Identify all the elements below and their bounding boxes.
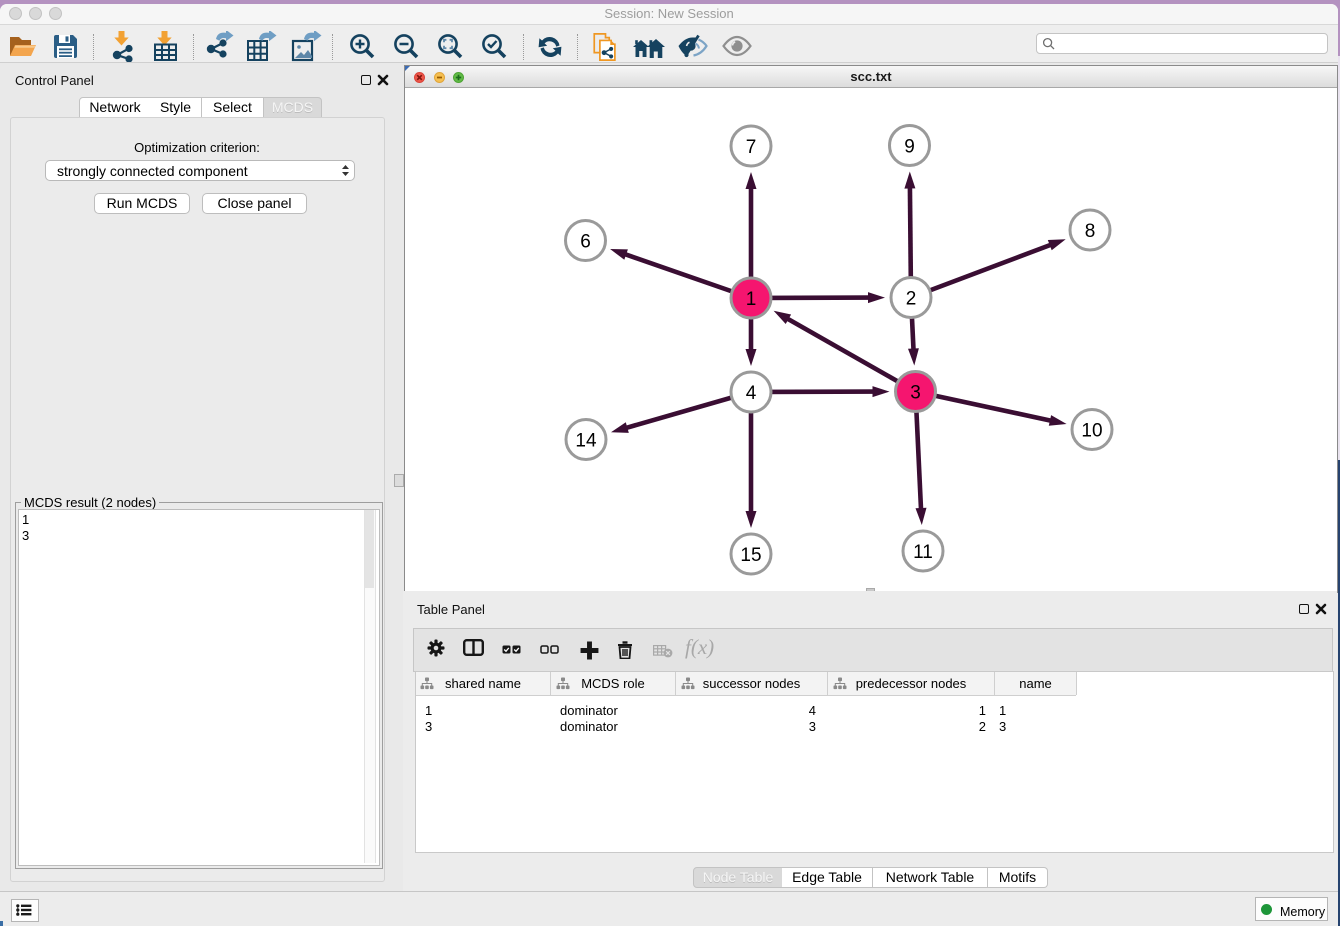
svg-text:8: 8 [1085,221,1096,242]
svg-text:1: 1 [746,289,757,310]
svg-text:11: 11 [913,542,933,563]
svg-text:2: 2 [906,289,917,310]
svg-text:9: 9 [904,137,915,158]
svg-text:4: 4 [746,383,757,404]
svg-text:7: 7 [746,137,757,158]
svg-text:14: 14 [575,431,597,452]
svg-text:15: 15 [740,545,761,566]
svg-text:3: 3 [910,383,921,404]
svg-text:6: 6 [580,232,591,253]
svg-text:10: 10 [1081,421,1102,442]
